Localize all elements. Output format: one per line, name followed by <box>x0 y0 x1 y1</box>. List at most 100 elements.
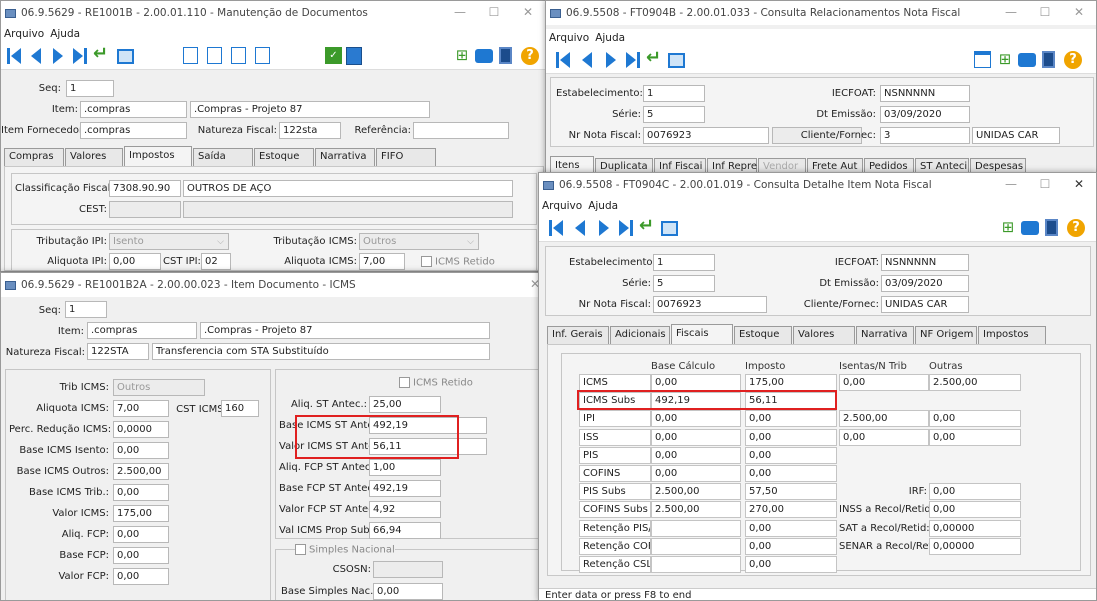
tab-fifo[interactable]: FIFO <box>376 148 436 166</box>
menu-ajuda[interactable]: Ajuda <box>50 28 80 40</box>
simples-checkbox[interactable]: Simples Nacional <box>295 544 395 556</box>
minimize-button[interactable]: — <box>994 1 1028 25</box>
grid-cell[interactable] <box>651 519 741 537</box>
side-field[interactable]: 0,00 <box>929 501 1021 519</box>
trib-icms-select[interactable]: Outros ⌵ <box>359 233 479 250</box>
fornec-field[interactable]: .compras <box>80 122 187 139</box>
icms-retido-checkbox[interactable]: ICMS Retido <box>399 377 479 389</box>
grid-cell[interactable]: 0,00 <box>745 465 837 482</box>
copy-icon[interactable] <box>183 47 198 64</box>
tab-nf-origem[interactable]: NF Origem <box>915 326 977 344</box>
grid-cell[interactable]: 57,50 <box>745 483 837 501</box>
help-icon[interactable]: ? <box>521 47 539 65</box>
cst-icms-field[interactable]: 160 <box>221 400 259 417</box>
iecfoat-field[interactable]: NSNNNNN <box>880 85 970 102</box>
exit-icon[interactable] <box>1042 51 1055 68</box>
nrnota-field[interactable]: 0076923 <box>643 127 769 144</box>
csosn-field[interactable] <box>373 561 443 578</box>
dtemissao-field[interactable]: 03/09/2020 <box>881 275 969 292</box>
tab-compras[interactable]: Compras <box>4 148 64 166</box>
print-icon[interactable] <box>475 49 493 63</box>
estab-field[interactable]: 1 <box>643 85 705 102</box>
grid-cell[interactable]: 0,00 <box>745 446 837 464</box>
iecfoat-field[interactable]: NSNNNNN <box>881 254 969 271</box>
next-record-icon[interactable] <box>599 220 609 236</box>
first-record-icon[interactable] <box>11 48 21 64</box>
return-icon[interactable]: ↵ <box>639 217 657 235</box>
relations-icon[interactable]: ⊞ <box>453 47 471 63</box>
previous-record-icon[interactable] <box>31 48 41 64</box>
grid-cell[interactable]: 0,00 <box>745 556 837 573</box>
tab-narrativa[interactable]: Narrativa <box>315 148 375 166</box>
last-record-icon[interactable] <box>73 48 83 64</box>
first-bar-icon[interactable] <box>549 220 552 236</box>
tab-valores[interactable]: Valores <box>65 148 123 166</box>
exit-icon[interactable] <box>1045 219 1058 236</box>
grid-cell[interactable]: 2.500,00 <box>929 374 1021 391</box>
aliq-icms-field[interactable]: 7,00 <box>359 253 405 270</box>
relations-icon[interactable]: ⊞ <box>996 51 1014 67</box>
icms-st-field[interactable]: 66,94 <box>369 522 441 539</box>
side-field[interactable]: 0,00000 <box>929 537 1021 555</box>
tab-inf-gerais[interactable]: Inf. Gerais <box>547 326 609 344</box>
grid-cell[interactable]: 0,00 <box>745 410 837 428</box>
calculator-icon[interactable] <box>346 47 362 65</box>
dtemissao-field[interactable]: 03/09/2020 <box>880 106 970 123</box>
print-icon[interactable] <box>1021 221 1039 235</box>
icms-st-field[interactable]: 25,00 <box>369 396 441 413</box>
first-record-icon[interactable] <box>560 52 570 68</box>
grid-cell[interactable]: 0,00 <box>929 410 1021 428</box>
edit-icon[interactable] <box>231 47 246 64</box>
grid-cell[interactable]: 0,00 <box>745 537 837 555</box>
icms-left-field[interactable]: 175,00 <box>113 505 169 522</box>
icms-st-field[interactable]: 4,92 <box>369 501 441 518</box>
icms-left-field[interactable]: 0,00 <box>113 442 169 459</box>
last-bar-icon[interactable] <box>637 52 640 68</box>
print-icon[interactable] <box>1018 53 1036 67</box>
grid-cell[interactable] <box>651 537 741 555</box>
serie-field[interactable]: 5 <box>643 106 705 123</box>
seq-field[interactable]: 1 <box>65 301 107 318</box>
grid-cell[interactable]: 2.500,00 <box>651 501 741 519</box>
icms-left-field[interactable]: 7,00 <box>113 400 169 417</box>
menu-ajuda[interactable]: Ajuda <box>588 200 618 212</box>
grid-cell[interactable]: 0,00 <box>651 465 741 482</box>
tab-impostos[interactable]: Impostos <box>978 326 1046 344</box>
grid-cell[interactable]: 2.500,00 <box>839 410 929 428</box>
grid-cell[interactable]: 0,00 <box>929 428 1021 446</box>
grid-cell[interactable]: 0,00 <box>839 428 929 446</box>
previous-record-icon[interactable] <box>582 52 592 68</box>
last-bar-icon[interactable] <box>84 48 87 64</box>
referencia-field[interactable] <box>413 122 509 139</box>
maximize-button[interactable]: ☐ <box>1028 173 1062 197</box>
grid-cell[interactable]: 0,00 <box>745 519 837 537</box>
first-record-icon[interactable] <box>553 220 563 236</box>
cest-field[interactable] <box>109 201 181 218</box>
window-icon[interactable] <box>668 53 685 68</box>
last-record-icon[interactable] <box>626 52 636 68</box>
side-field[interactable]: 0,00000 <box>929 519 1021 537</box>
icms-left-field[interactable]: Outros <box>113 379 205 396</box>
grid-cell[interactable]: 0,00 <box>651 374 741 391</box>
aliq-ipi-field[interactable]: 0,00 <box>109 253 161 270</box>
help-icon[interactable]: ? <box>1067 219 1085 237</box>
cliente-field[interactable]: 3 <box>880 127 970 144</box>
return-icon[interactable]: ↵ <box>646 49 664 67</box>
item-field[interactable]: .compras <box>80 101 187 118</box>
icms-left-field[interactable]: 0,0000 <box>113 421 169 438</box>
menu-ajuda[interactable]: Ajuda <box>595 32 625 44</box>
close-button[interactable]: ✕ <box>1062 1 1096 25</box>
tab-impostos[interactable]: Impostos <box>124 146 192 166</box>
relations-icon[interactable]: ⊞ <box>999 219 1017 235</box>
title-bar[interactable]: 06.9.5629 - RE1001B - 2.00.01.110 - Manu… <box>1 1 545 25</box>
maximize-button[interactable]: ☐ <box>477 1 511 25</box>
calendar-icon[interactable] <box>974 51 991 68</box>
tab-estoque[interactable]: Estoque <box>254 148 314 166</box>
grid-cell[interactable]: 270,00 <box>745 501 837 519</box>
cliente-field[interactable]: UNIDAS CAR <box>881 296 969 313</box>
class-field[interactable]: 7308.90.90 <box>109 180 181 197</box>
close-button[interactable]: ✕ <box>1062 173 1096 197</box>
last-record-icon[interactable] <box>619 220 629 236</box>
duplicate-icon[interactable] <box>207 47 222 64</box>
icms-st-field[interactable]: 492,19 <box>369 480 441 497</box>
